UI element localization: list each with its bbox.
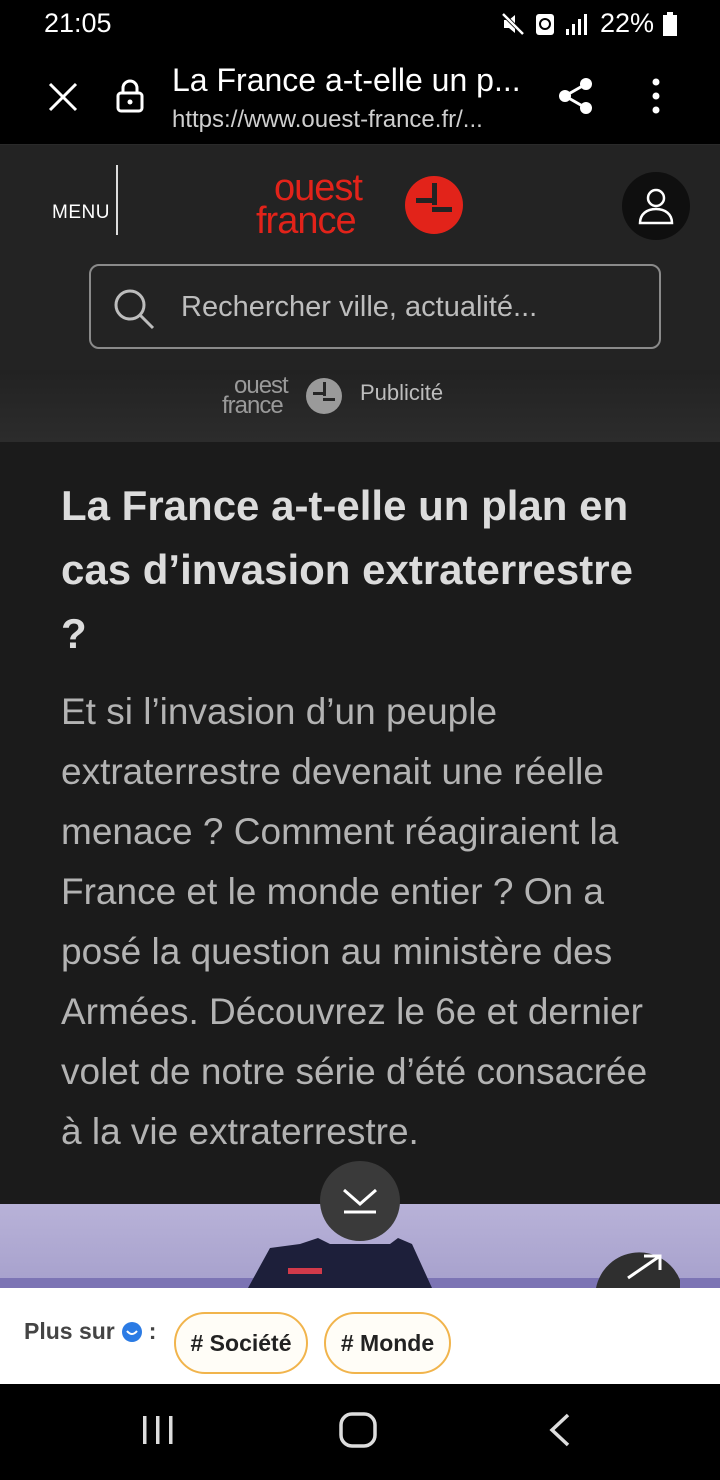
ad-banner: ouest france Publicité [0, 370, 720, 442]
ad-logo-line2: france [222, 392, 283, 419]
related-tags-bar: Plus sur : # Société # Monde [0, 1288, 720, 1384]
status-bar: 21:05 22% [0, 0, 720, 48]
account-button[interactable] [622, 172, 690, 240]
more-options-icon[interactable] [648, 76, 664, 116]
battery-icon [663, 11, 677, 36]
page-title[interactable]: La France a-t-elle un p... [172, 62, 532, 99]
tag-societe[interactable]: # Société [174, 1312, 308, 1374]
article-title: La France a-t-elle un plan en cas d’inva… [61, 482, 633, 657]
article-lead: Et si l’invasion d’un peuple extraterres… [61, 691, 648, 1152]
status-time: 21:05 [44, 8, 112, 38]
tag-monde[interactable]: # Monde [324, 1312, 451, 1374]
ouest-france-logo[interactable]: ouest france [256, 167, 466, 244]
scroll-down-button[interactable] [320, 1161, 400, 1241]
close-icon[interactable] [46, 80, 80, 114]
menu-divider [116, 165, 118, 235]
lock-icon[interactable] [114, 78, 146, 114]
search-box[interactable] [89, 264, 661, 349]
home-icon[interactable] [338, 1412, 378, 1448]
user-icon [638, 188, 674, 225]
plus-sur-colon: : [148, 1318, 157, 1344]
article: La France a-t-elle un plan en cas d’inva… [0, 442, 720, 1204]
page-url[interactable]: https://www.ouest-france.fr/... [172, 106, 532, 134]
ad-logo: ouest france [222, 372, 346, 424]
site-header: MENU ouest france [0, 145, 720, 370]
battery-percent: 22% [599, 8, 654, 38]
share-icon[interactable] [556, 76, 596, 116]
search-icon [114, 289, 155, 330]
ad-label: Publicité [360, 380, 444, 405]
plus-sur-label: Plus sur [24, 1318, 115, 1344]
recycle-icon [535, 13, 554, 35]
info-bubble-icon [121, 1321, 142, 1342]
menu-button[interactable]: MENU [52, 202, 110, 224]
system-nav-bar [0, 1384, 720, 1480]
chevron-down-icon [343, 1188, 377, 1214]
search-input[interactable] [179, 266, 643, 349]
signal-icon [565, 13, 587, 35]
mute-icon [501, 12, 525, 35]
back-icon[interactable] [546, 1412, 574, 1448]
recent-apps-icon[interactable] [140, 1412, 176, 1448]
plus-sur: Plus sur : [24, 1318, 156, 1345]
browser-toolbar: La France a-t-elle un p... https://www.o… [0, 48, 720, 145]
status-icons: 22% [500, 8, 678, 39]
logo-line2: france [256, 200, 356, 239]
